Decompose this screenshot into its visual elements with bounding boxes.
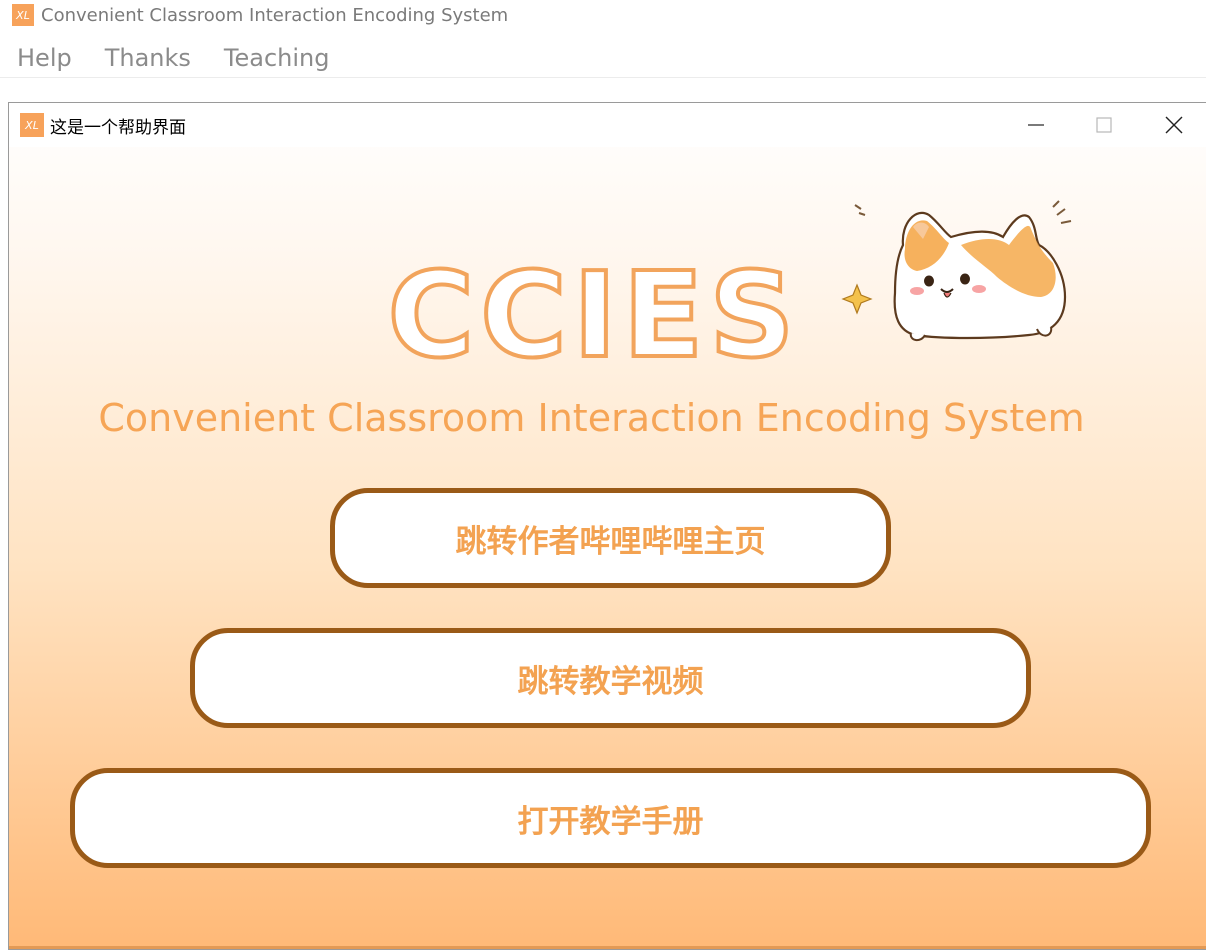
teaching-manual-button[interactable]: 打开教学手册 <box>70 768 1151 868</box>
menu-help[interactable]: Help <box>17 44 72 72</box>
close-icon <box>1165 116 1183 134</box>
dialog-titlebar[interactable]: XL 这是一个帮助界面 <box>9 103 1206 147</box>
tutorial-video-button[interactable]: 跳转教学视频 <box>190 628 1031 728</box>
ccies-logo: CCIES <box>386 253 801 373</box>
bilibili-homepage-button-label: 跳转作者哔哩哔哩主页 <box>455 523 766 560</box>
app-title: Convenient Classroom Interaction Encodin… <box>41 4 509 26</box>
bilibili-homepage-button[interactable]: 跳转作者哔哩哔哩主页 <box>330 488 891 588</box>
dialog-title: 这是一个帮助界面 <box>50 117 186 138</box>
maximize-button[interactable] <box>1069 103 1139 147</box>
corgi-mascot-icon <box>841 200 1072 341</box>
minimize-button[interactable] <box>1001 103 1071 147</box>
menu-thanks[interactable]: Thanks <box>105 44 191 72</box>
menu-teaching[interactable]: Teaching <box>224 44 330 72</box>
teaching-manual-button-label: 打开教学手册 <box>517 803 704 840</box>
minimize-icon <box>1028 124 1044 126</box>
app-titlebar: XL Convenient Classroom Interaction Enco… <box>0 0 1206 30</box>
svg-text:CCIES: CCIES <box>388 253 801 373</box>
menu-bar: Help Thanks Teaching <box>0 38 1206 78</box>
dialog-subtitle: Convenient Classroom Interaction Encodin… <box>98 396 1085 440</box>
tutorial-video-button-label: 跳转教学视频 <box>517 663 704 700</box>
close-button[interactable] <box>1139 103 1206 147</box>
help-dialog: XL 这是一个帮助界面 CCIES Convenient Classroom I… <box>8 102 1206 950</box>
dialog-logo-icon: XL <box>20 113 44 137</box>
dialog-bottom-edge <box>9 946 1206 949</box>
maximize-icon <box>1096 117 1112 133</box>
app-logo-icon: XL <box>12 4 34 26</box>
